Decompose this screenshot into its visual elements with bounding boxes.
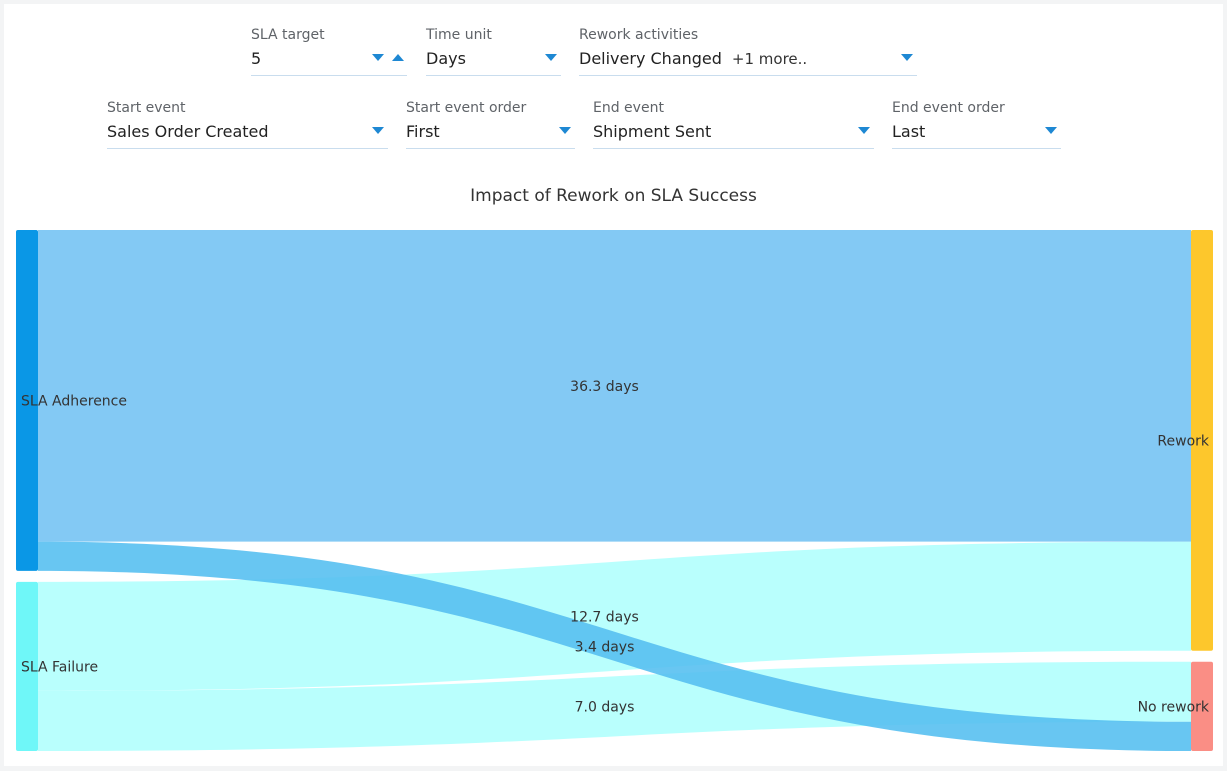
link-label: 12.7 days [570,609,639,625]
node-label: Rework [1157,433,1209,449]
node-label: SLA Failure [21,659,98,675]
link-label: 7.0 days [575,699,635,715]
link-label: 3.4 days [575,639,635,655]
link-label: 36.3 days [570,379,639,395]
node-label: SLA Adherence [21,393,127,409]
sankey-chart: 36.3 days 12.7 days 3.4 days 7.0 days SLA Ad… [16,230,1213,751]
node-label: No rework [1138,699,1210,715]
